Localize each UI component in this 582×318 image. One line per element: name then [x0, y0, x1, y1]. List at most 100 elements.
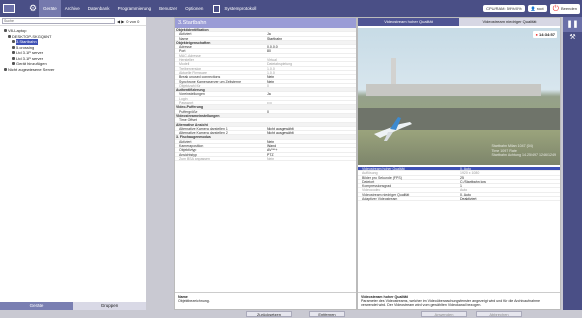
control-tower: [391, 58, 396, 87]
stream-property-key: Kompressionsgrad: [362, 184, 392, 189]
property-value[interactable]: Ja: [265, 92, 271, 96]
stream-property-value[interactable]: 0. Auto: [458, 193, 471, 197]
tree-item[interactable]: Nicht zugewiesene Server: [4, 67, 142, 73]
property-value[interactable]: Nein: [265, 140, 274, 144]
stream-property-key: Bilder pro Sekunde (FPS): [362, 175, 402, 180]
stream-property-list: Videostream hoher Qualität 0. Auto Auflösu…: [358, 167, 560, 202]
pause-icon[interactable]: ❚❚: [563, 17, 582, 32]
property-key: Login: [179, 96, 188, 101]
user-name: root: [536, 6, 544, 11]
property-value[interactable]: Dateiabspielung: [265, 62, 292, 66]
video-preview[interactable]: ● 14:34:57 Startbahn Milan 1047 (04) Tim…: [358, 28, 560, 165]
stream-property-value[interactable]: 0. Auto: [458, 167, 471, 171]
menu-geraete[interactable]: Geräte: [39, 0, 61, 17]
tab-gruppen[interactable]: Gruppen: [73, 302, 146, 310]
power-icon: ⏻: [552, 3, 559, 13]
exit-label: Beenden: [560, 6, 577, 11]
stream-property-key: Dateiort: [362, 179, 375, 184]
remove-button[interactable]: Entfernen: [309, 311, 345, 317]
apply-button[interactable]: Anwenden: [421, 311, 467, 317]
property-value[interactable]: [265, 118, 267, 121]
property-key: Modell: [179, 62, 190, 67]
video-panel: Videostream hoher Qualität Videostream n…: [357, 17, 561, 310]
system-protocol-button[interactable]: Systemprotokoll: [224, 6, 256, 11]
property-value[interactable]: Nicht ausgewählt: [265, 131, 294, 135]
property-row[interactable]: Zum BSA anpassen Nein: [175, 157, 356, 162]
stream-property-key: Auflösung: [362, 171, 378, 176]
camera-icon: [12, 40, 15, 44]
property-key: Port: [179, 49, 186, 54]
stream-property-value[interactable]: 1920 x 1080: [458, 171, 479, 175]
stream-property-value[interactable]: 25: [458, 176, 464, 180]
main-menu: Geräte Archive Datenbank Programmierung …: [39, 0, 207, 17]
airplane-icon: [374, 117, 412, 141]
stream-property-value[interactable]: C:/Startbahn low: [458, 180, 486, 184]
property-value[interactable]: Ja: [265, 32, 271, 36]
search-input[interactable]: Suche: [2, 18, 115, 24]
stream-property-value[interactable]: 1: [458, 184, 462, 188]
tab-low-quality[interactable]: Videostream niedriger Qualität: [459, 18, 560, 26]
property-value[interactable]: 1.0.0: [265, 71, 275, 75]
property-value[interactable]: 0: [265, 110, 269, 114]
property-value[interactable]: ••••: [265, 101, 272, 105]
property-value[interactable]: PTZ: [265, 153, 274, 157]
menu-benutzer[interactable]: Benutzer: [155, 0, 181, 17]
property-value[interactable]: Startbahn: [265, 37, 282, 41]
stream-property-key: Videocodec: [362, 188, 381, 193]
property-value[interactable]: Nein: [265, 80, 274, 84]
property-key: Aktuelle Firmware: [179, 70, 208, 75]
cpu-ram-status: CPU/RAM: 59%/0%: [483, 5, 525, 12]
cancel-button[interactable]: Abbrechen: [476, 311, 522, 317]
right-sidebar: ❚❚ ⚒: [563, 17, 582, 310]
tab-geraete[interactable]: Geräte: [0, 302, 73, 310]
menu-datenbank[interactable]: Datenbank: [84, 0, 114, 17]
menu-archive[interactable]: Archive: [61, 0, 84, 17]
group-label: Objektidentifikation: [176, 28, 209, 32]
record-indicator-icon: ●: [535, 32, 538, 37]
exit-button[interactable]: ⏻ Beenden: [549, 3, 580, 14]
property-value[interactable]: 1.0.0: [265, 67, 275, 71]
property-value[interactable]: [265, 54, 267, 57]
tab-high-quality[interactable]: Videostream hoher Qualität: [358, 18, 459, 26]
property-value[interactable]: AV***+: [265, 148, 278, 152]
properties-panel: 3.Startbahn Objektidentifikation Aktivier…: [174, 17, 357, 310]
stream-property-key: Adaptiver Videostream: [362, 197, 398, 202]
property-key: MAC-Adresse: [179, 53, 201, 58]
stream-property-row[interactable]: Adaptiver Videostream Deaktiviert: [358, 197, 560, 202]
nav-arrows-icon[interactable]: ◀ ▶: [117, 19, 124, 24]
property-key: Kameraposition: [179, 144, 204, 149]
property-key: Synchrone Kameraserver um Zeitsterne: [179, 79, 242, 84]
user-badge[interactable]: 👤 root: [527, 5, 547, 12]
device-tree: V8-Laptop DESKTOP-SKGQ6NT 3.Startbahn 5.cro…: [0, 26, 146, 74]
menu-optionen[interactable]: Optionen: [181, 0, 207, 17]
reset-button[interactable]: Zurücksetzen: [246, 311, 292, 317]
property-value[interactable]: Nein: [265, 157, 274, 161]
property-value[interactable]: Nicht ausgewählt: [265, 127, 294, 131]
user-icon: 👤: [530, 6, 536, 11]
group-label: 3. Fischaugenmodus: [176, 135, 211, 140]
property-value[interactable]: 80: [265, 49, 271, 53]
property-value[interactable]: Virtual: [265, 58, 277, 62]
timestamp-text: 14:34:57: [538, 32, 555, 37]
property-key: Hersteller: [179, 58, 194, 63]
property-value[interactable]: Nein: [265, 75, 274, 79]
property-value[interactable]: 0: [265, 84, 269, 88]
stream-property-key: Videostream niedriger Qualität: [362, 192, 410, 197]
property-list: Objektidentifikation Aktiviert Ja Name Start…: [175, 28, 356, 162]
property-value[interactable]: Wand: [265, 144, 276, 148]
property-key: Alternative Kamera darstellen 2: [179, 131, 228, 136]
group-label: Videostreameinstellungen: [176, 113, 220, 118]
server-icon: [4, 67, 7, 71]
property-key: Ansichtstyp: [179, 152, 197, 157]
property-value[interactable]: [265, 97, 267, 100]
settings-icon[interactable]: ⚒: [563, 32, 582, 44]
stream-property-value[interactable]: Deaktiviert: [458, 197, 477, 201]
stream-property-value[interactable]: Auto: [458, 188, 467, 192]
gear-icon[interactable]: ⚙: [27, 4, 39, 13]
top-bar: ⚙ Geräte Archive Datenbank Programmierun…: [0, 0, 582, 17]
menu-programmierung[interactable]: Programmierung: [114, 0, 156, 17]
property-value[interactable]: 0.0.0.0: [265, 45, 278, 49]
property-key: Aktiviert: [179, 139, 192, 144]
camera-icon: [12, 51, 15, 55]
property-key: Aktiviert: [179, 32, 192, 37]
